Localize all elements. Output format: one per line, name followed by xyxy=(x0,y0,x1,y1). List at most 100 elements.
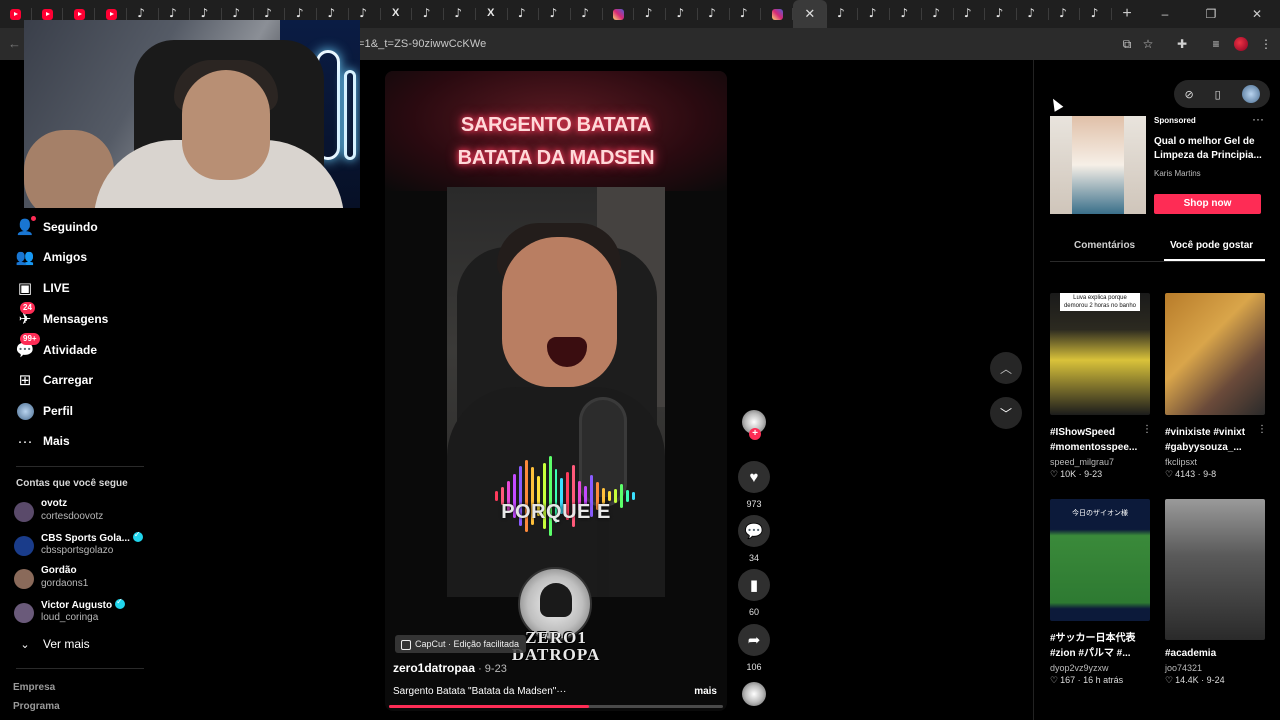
browser-tab-tiktok[interactable] xyxy=(571,0,603,28)
browser-tab-instagram[interactable] xyxy=(603,0,635,28)
follow-plus-icon[interactable]: + xyxy=(749,428,761,440)
comment-action[interactable]: 💬 34 xyxy=(738,515,770,563)
nav-item-upload[interactable]: ⊞ Carregar xyxy=(16,368,93,392)
activity-icon: 💬 99+ xyxy=(16,333,40,359)
browser-tab-tiktok[interactable] xyxy=(1017,0,1049,28)
sound-disc[interactable] xyxy=(738,682,770,706)
video-thumbnail[interactable]: 今日のザイオン様 xyxy=(1050,499,1150,621)
nav-item-more[interactable]: ··· Mais xyxy=(16,429,70,453)
nav-item-friends[interactable]: 👥 Amigos xyxy=(16,245,87,269)
mobile-icon[interactable]: ▯ xyxy=(1215,88,1221,101)
like-action[interactable]: ♥ 973 xyxy=(738,461,770,509)
browser-tab-tiktok[interactable] xyxy=(444,0,476,28)
browser-tab-tiktok[interactable] xyxy=(922,0,954,28)
ad-title[interactable]: Qual o melhor Gel de Limpeza da Principi… xyxy=(1154,135,1264,163)
nav-item-live[interactable]: ▣ LIVE xyxy=(16,276,70,300)
back-arrow-icon[interactable]: ← xyxy=(8,36,21,51)
share-action[interactable]: ➦ 106 xyxy=(738,624,770,672)
messages-badge: 24 xyxy=(20,302,35,314)
browser-tab-tiktok[interactable] xyxy=(666,0,698,28)
heart-icon[interactable]: ♥ xyxy=(738,461,770,493)
instagram-favicon-icon xyxy=(771,8,783,20)
scroll-down-button[interactable]: ﹀ xyxy=(990,397,1022,429)
maximize-icon[interactable]: ❐ xyxy=(1188,0,1234,28)
browser-tab-tiktok[interactable] xyxy=(412,0,444,28)
browser-menu-icon[interactable]: ⋮ xyxy=(1258,36,1274,52)
compass-icon[interactable]: ⊘ xyxy=(1184,88,1193,101)
caption-more-button[interactable]: mais xyxy=(694,686,717,697)
card-username[interactable]: speed_milgrau7 xyxy=(1050,457,1152,467)
browser-tab-tiktok[interactable] xyxy=(539,0,571,28)
minimize-icon[interactable]: – xyxy=(1142,0,1188,28)
footer-link-program[interactable]: Programa xyxy=(13,701,60,712)
recommended-video-card[interactable]: 今日のザイオン様 #サッカー日本代表 #zion #パルマ #... dyop2… xyxy=(1050,499,1152,686)
ad-thumbnail[interactable] xyxy=(1050,116,1146,214)
close-window-icon[interactable]: ✕ xyxy=(1234,0,1280,28)
recommended-video-card[interactable]: Luva explica porque demorou 2 horas no b… xyxy=(1050,293,1152,480)
browser-tab-tiktok[interactable] xyxy=(730,0,762,28)
video-player[interactable]: SARGENTO BATATA BATATA DA MADSEN PORQUE … xyxy=(385,71,727,711)
user-avatar[interactable] xyxy=(1241,85,1260,103)
browser-tab-tiktok[interactable] xyxy=(1049,0,1081,28)
video-progress-bar[interactable] xyxy=(389,705,723,708)
browser-tab-instagram[interactable] xyxy=(761,0,793,28)
browser-tab-tiktok[interactable] xyxy=(634,0,666,28)
new-tab-button[interactable]: + xyxy=(1112,5,1142,23)
browser-tab-tiktok[interactable] xyxy=(858,0,890,28)
video-thumbnail[interactable]: Luva explica porque demorou 2 horas no b… xyxy=(1050,293,1150,415)
creator-avatar-follow[interactable]: + xyxy=(738,410,770,440)
shop-now-button[interactable]: Shop now xyxy=(1154,194,1261,214)
browser-tab-tiktok[interactable] xyxy=(508,0,540,28)
browser-tab-active[interactable]: ✕ xyxy=(792,0,827,28)
nav-item-messages[interactable]: ✈ 24 Mensagens xyxy=(16,302,108,331)
card-options-icon[interactable]: ⋮ xyxy=(1142,424,1152,435)
instagram-favicon-icon xyxy=(613,8,625,20)
install-app-icon[interactable]: ⧉ xyxy=(1119,36,1135,52)
browser-tab-x[interactable] xyxy=(476,0,508,28)
x-favicon-icon xyxy=(391,7,402,20)
share-icon[interactable]: ➦ xyxy=(738,624,770,656)
tab-comments[interactable]: Comentários xyxy=(1074,240,1135,251)
close-tab-icon[interactable]: ✕ xyxy=(804,6,815,22)
address-bar-url[interactable]: =1&_t=ZS-90ziwwCcKWe xyxy=(358,38,486,50)
sound-disc-icon xyxy=(742,682,766,706)
recommended-video-card[interactable]: ⋮ #vinixiste #vinixt #gabyysouza_... fkc… xyxy=(1165,293,1267,480)
browser-tab-tiktok[interactable] xyxy=(698,0,730,28)
followed-account[interactable]: Victor Augusto loud_coringa xyxy=(14,597,154,629)
scroll-up-button[interactable]: ︿ xyxy=(990,352,1022,384)
comment-icon[interactable]: 💬 xyxy=(738,515,770,547)
nav-item-following[interactable]: 👤 Seguindo xyxy=(16,215,98,239)
ad-options-icon[interactable]: ··· xyxy=(1252,112,1264,126)
browser-tab-tiktok[interactable] xyxy=(827,0,859,28)
browser-tab-tiktok[interactable] xyxy=(890,0,922,28)
card-username[interactable]: joo74321 xyxy=(1165,663,1267,673)
save-action[interactable]: ▮ 60 xyxy=(738,569,770,617)
browser-tab-tiktok[interactable] xyxy=(954,0,986,28)
see-more-button[interactable]: ⌄ Ver mais xyxy=(16,632,89,656)
video-thumbnail[interactable] xyxy=(1165,499,1265,640)
active-tab-indicator xyxy=(1164,259,1265,261)
browser-profile-icon[interactable] xyxy=(1233,36,1249,52)
card-options-icon[interactable]: ⋮ xyxy=(1257,424,1267,435)
browser-tab-tiktok[interactable] xyxy=(985,0,1017,28)
video-thumbnail[interactable] xyxy=(1165,293,1265,415)
followed-account[interactable]: Gordão gordaons1 xyxy=(14,565,154,595)
extensions-icon[interactable]: ✚ xyxy=(1174,36,1190,52)
nav-item-activity[interactable]: 💬 99+ Atividade xyxy=(16,333,97,362)
bookmark-star-icon[interactable]: ☆ xyxy=(1140,36,1156,52)
media-control-icon[interactable]: ≡ xyxy=(1208,36,1224,52)
card-username[interactable]: dyop2vz9yzxw xyxy=(1050,663,1152,673)
footer-link-company[interactable]: Empresa xyxy=(13,682,55,693)
browser-tab-x[interactable] xyxy=(381,0,413,28)
card-username[interactable]: fkclipsxt xyxy=(1165,457,1267,467)
nav-item-profile[interactable]: Perfil xyxy=(16,399,73,423)
video-author[interactable]: zero1datropaa · 9-23 xyxy=(393,661,507,675)
bookmark-icon[interactable]: ▮ xyxy=(738,569,770,601)
tab-you-may-like[interactable]: Você pode gostar xyxy=(1170,240,1253,251)
heart-outline-icon: ♡ xyxy=(1165,675,1174,685)
followed-account[interactable]: CBS Sports Gola... cbssportsgolazo xyxy=(14,530,154,562)
recommended-video-card[interactable]: #academia joo74321 ♡ 14.4K · 9-24 xyxy=(1165,499,1267,686)
followed-account[interactable]: ovotz cortesdoovotz xyxy=(14,498,154,528)
browser-tab-tiktok[interactable] xyxy=(1080,0,1112,28)
capcut-tag[interactable]: CapCut · Edição facilitada xyxy=(395,635,527,653)
